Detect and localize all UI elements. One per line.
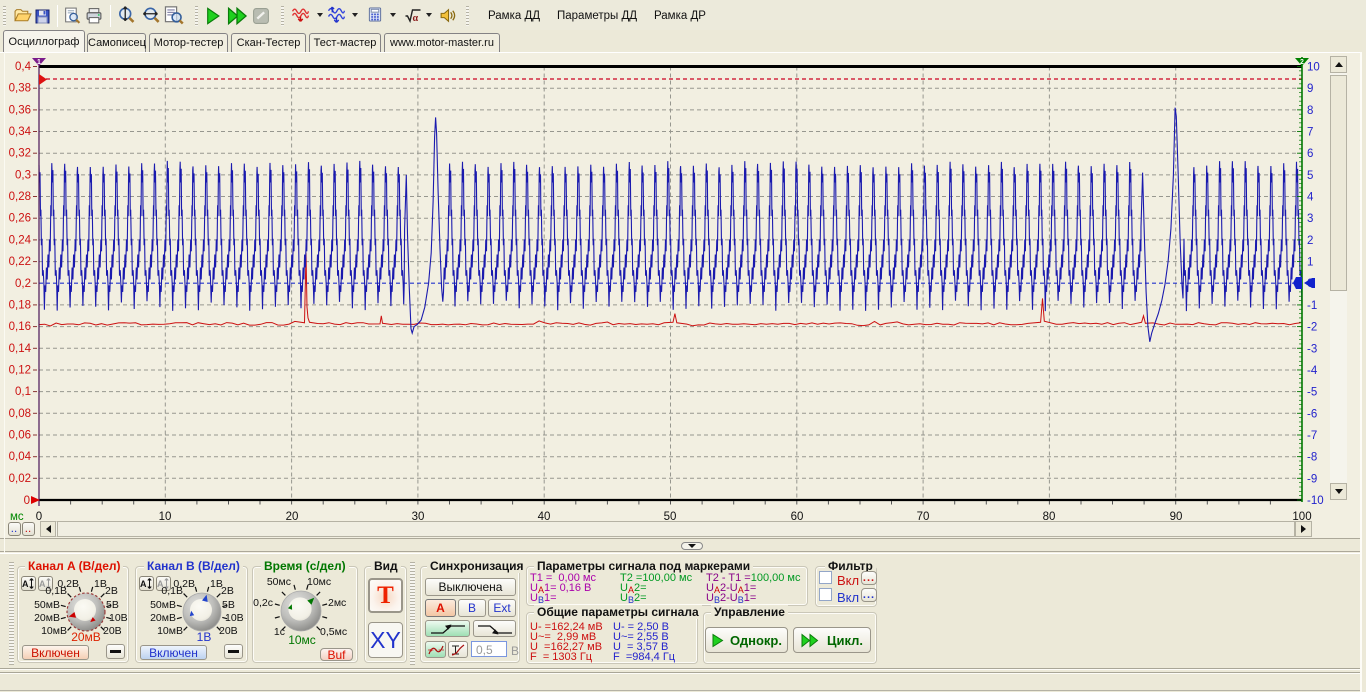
svg-text:0,06: 0,06 <box>9 430 31 442</box>
svg-text:9: 9 <box>1307 83 1313 95</box>
svg-text:0,1В: 0,1В <box>45 585 67 597</box>
svg-text:α: α <box>413 13 419 24</box>
svg-text:0,5мс: 0,5мс <box>320 626 347 638</box>
svg-text:1: 1 <box>37 59 41 66</box>
svg-text:0,2с: 0,2с <box>253 597 273 609</box>
svg-text:0,04: 0,04 <box>9 451 32 463</box>
svg-text:-3: -3 <box>1307 343 1317 355</box>
svg-text:20мВ: 20мВ <box>71 630 101 644</box>
svg-text:10В: 10В <box>109 612 128 624</box>
svg-text:0,32: 0,32 <box>9 148 31 160</box>
svg-text:0,16: 0,16 <box>9 321 31 333</box>
svg-text:8: 8 <box>1307 105 1313 117</box>
svg-text:0,24: 0,24 <box>9 234 32 246</box>
svg-text:0,14: 0,14 <box>9 343 32 355</box>
svg-text:1: 1 <box>1307 257 1313 269</box>
svg-text:50мс: 50мс <box>267 576 291 588</box>
svg-text:0,28: 0,28 <box>9 191 31 203</box>
svg-text:-8: -8 <box>1307 452 1317 464</box>
svg-text:20В: 20В <box>103 625 122 637</box>
svg-text:2мс: 2мс <box>328 597 346 609</box>
svg-text:10В: 10В <box>225 612 244 624</box>
svg-text:50мВ: 50мВ <box>150 599 176 611</box>
svg-text:0,38: 0,38 <box>9 83 31 95</box>
svg-text:-4: -4 <box>1307 365 1318 377</box>
svg-text:5В: 5В <box>222 599 235 611</box>
svg-text:-1: -1 <box>1307 300 1317 312</box>
svg-text:5В: 5В <box>106 599 119 611</box>
svg-text:0,34: 0,34 <box>9 126 32 138</box>
svg-text:0: 0 <box>24 495 30 507</box>
svg-text:0,3: 0,3 <box>15 169 31 181</box>
svg-text:10мс: 10мс <box>307 576 331 588</box>
svg-text:1В: 1В <box>197 630 212 644</box>
svg-text:7: 7 <box>1307 127 1313 139</box>
svg-text:50мВ: 50мВ <box>34 599 60 611</box>
svg-text:6: 6 <box>1307 148 1313 160</box>
svg-text:0,1В: 0,1В <box>161 585 183 597</box>
svg-text:-7: -7 <box>1307 430 1317 442</box>
svg-text:2В: 2В <box>221 585 234 597</box>
svg-text:1с: 1с <box>274 626 285 638</box>
svg-text:0,26: 0,26 <box>9 213 31 225</box>
svg-text:-2: -2 <box>1307 322 1317 334</box>
svg-text:10мВ: 10мВ <box>157 625 183 637</box>
svg-text:-10: -10 <box>1307 495 1324 507</box>
svg-text:0,02: 0,02 <box>9 473 31 485</box>
svg-text:0,36: 0,36 <box>9 104 31 116</box>
svg-text:0,2: 0,2 <box>15 278 31 290</box>
svg-text:0,08: 0,08 <box>9 408 31 420</box>
svg-text:-9: -9 <box>1307 473 1317 485</box>
svg-text:10: 10 <box>1307 62 1320 74</box>
svg-text:10мс: 10мс <box>288 633 316 647</box>
svg-text:0,12: 0,12 <box>9 365 31 377</box>
svg-text:2: 2 <box>1300 59 1304 66</box>
svg-text:2: 2 <box>1307 235 1313 247</box>
svg-text:-6: -6 <box>1307 408 1317 420</box>
svg-text:3: 3 <box>1307 213 1313 225</box>
svg-text:0,4: 0,4 <box>15 61 32 73</box>
svg-text:10мВ: 10мВ <box>41 625 67 637</box>
svg-text:-5: -5 <box>1307 387 1317 399</box>
svg-text:20В: 20В <box>219 625 238 637</box>
svg-text:0,18: 0,18 <box>9 299 31 311</box>
svg-text:2В: 2В <box>105 585 118 597</box>
svg-text:20мВ: 20мВ <box>150 612 176 624</box>
svg-text:4: 4 <box>1307 192 1314 204</box>
svg-text:20мВ: 20мВ <box>34 612 60 624</box>
svg-text:0,22: 0,22 <box>9 256 31 268</box>
svg-text:5: 5 <box>1307 170 1313 182</box>
svg-text:0,1: 0,1 <box>15 386 31 398</box>
